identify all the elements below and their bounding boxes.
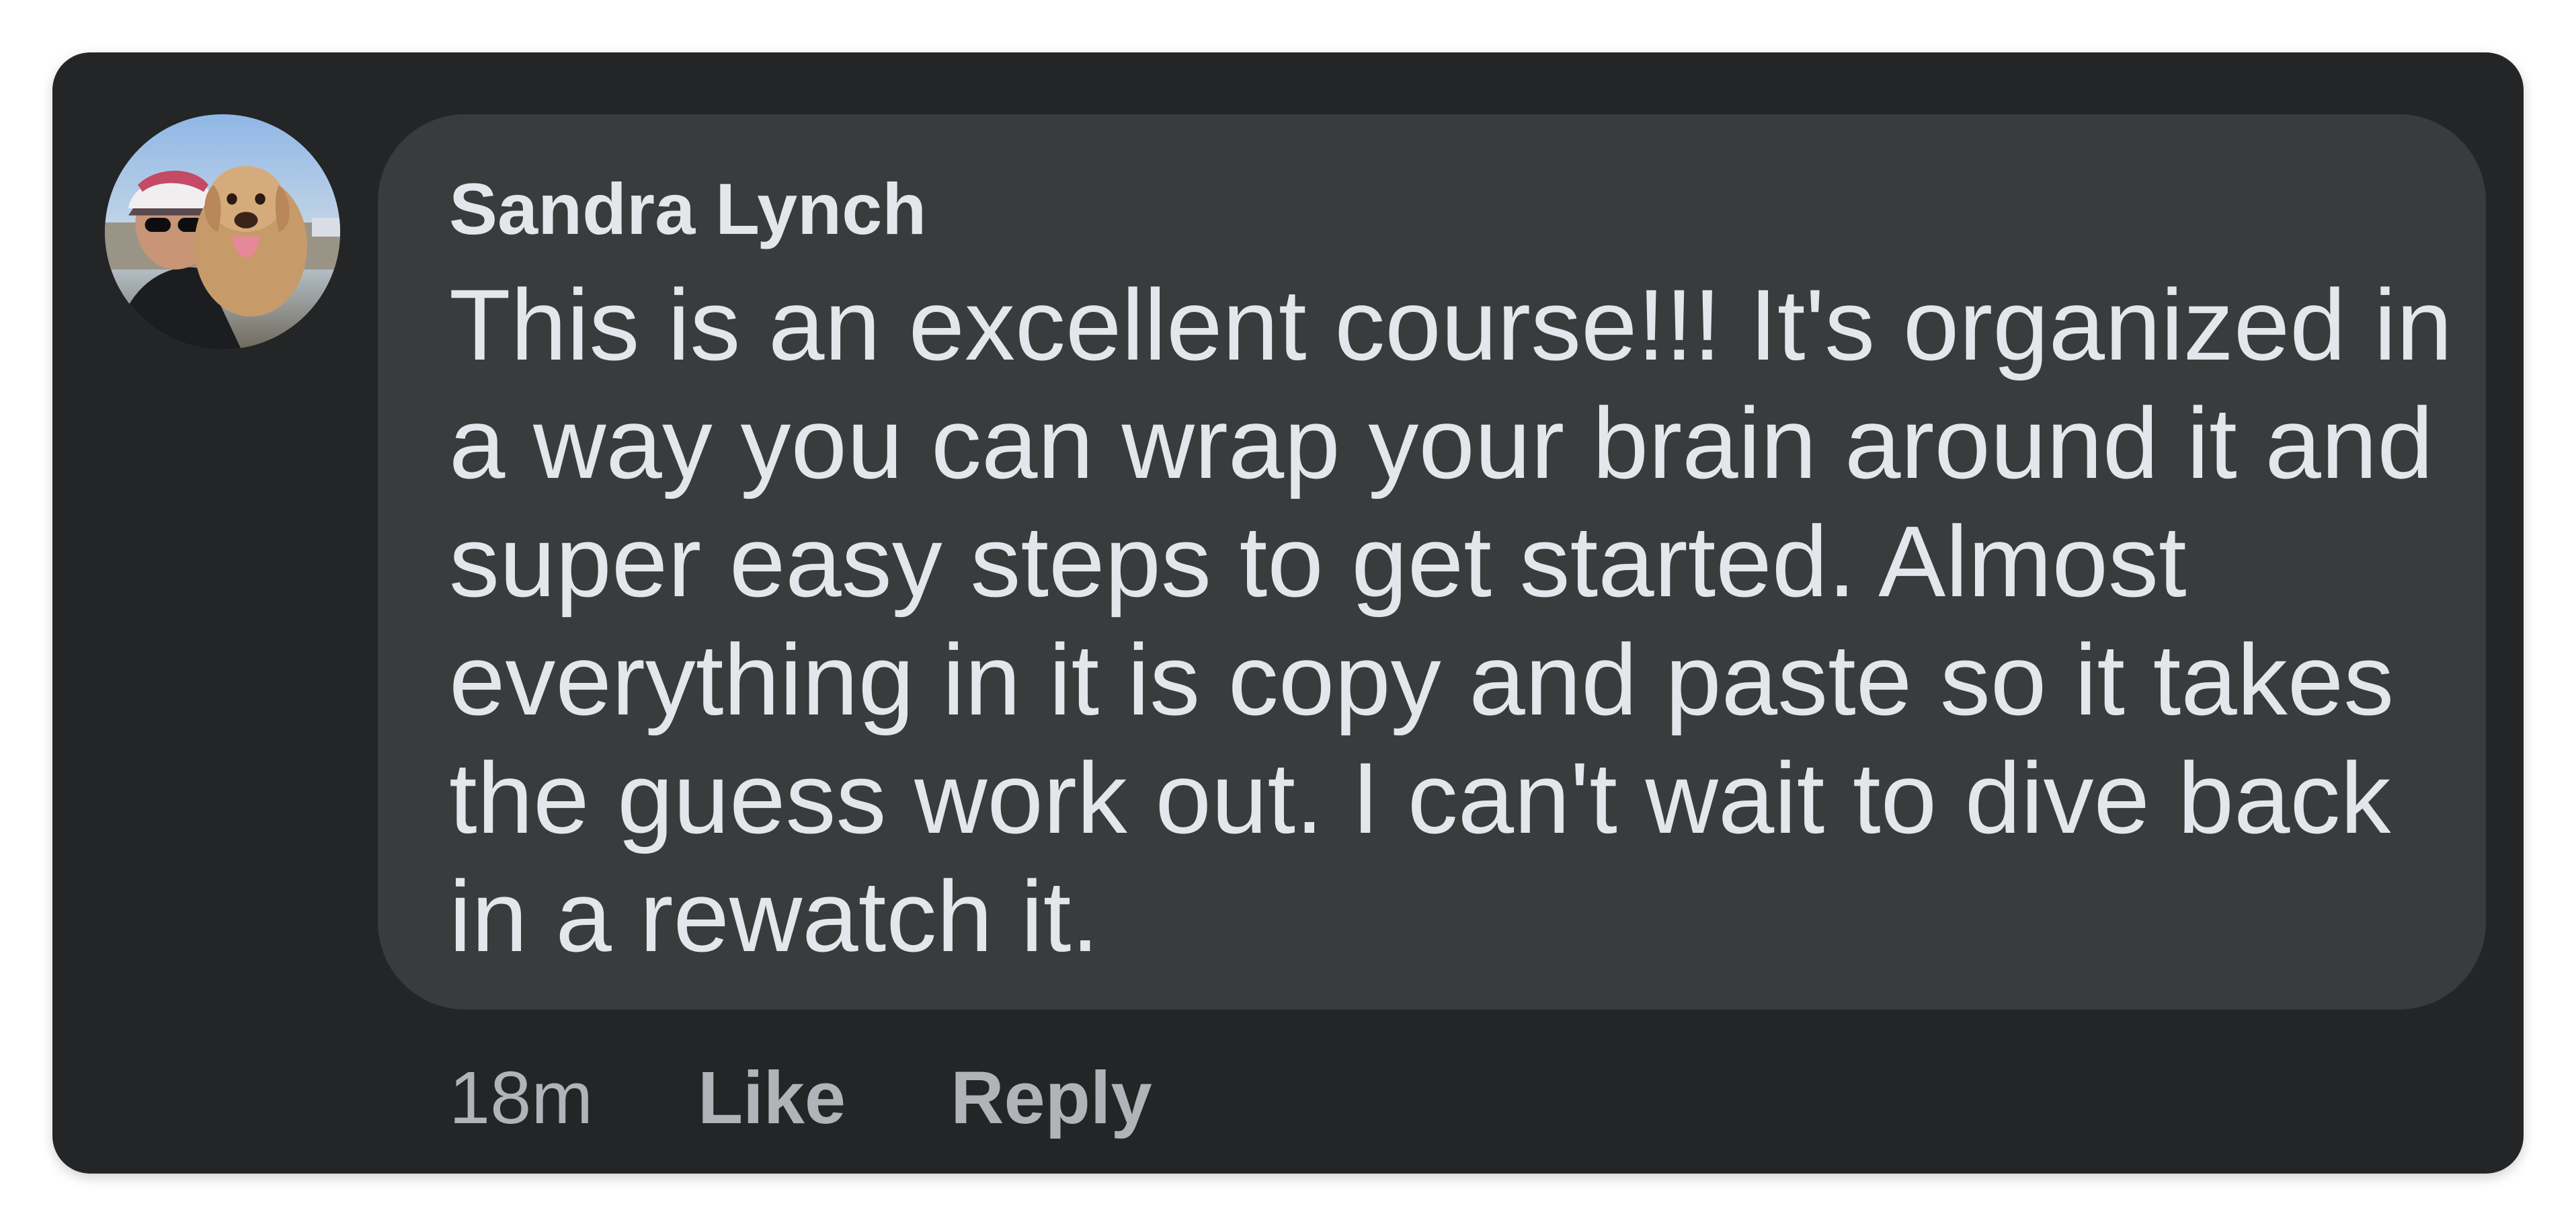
like-button[interactable]: Like: [698, 1055, 846, 1141]
comment-text: This is an excellent course!!! It's orga…: [449, 268, 2453, 973]
comment-timestamp[interactable]: 18m: [449, 1055, 593, 1141]
avatar[interactable]: [105, 114, 340, 350]
comment-author-name[interactable]: Sandra Lynch: [449, 167, 926, 251]
comment-actions: 18m Like Reply: [449, 1047, 1257, 1148]
reply-button[interactable]: Reply: [951, 1055, 1152, 1141]
comment-bubble: Sandra Lynch This is an excellent course…: [378, 114, 2486, 1010]
comment-card: Sandra Lynch This is an excellent course…: [52, 52, 2524, 1174]
avatar-photo: [105, 114, 340, 350]
